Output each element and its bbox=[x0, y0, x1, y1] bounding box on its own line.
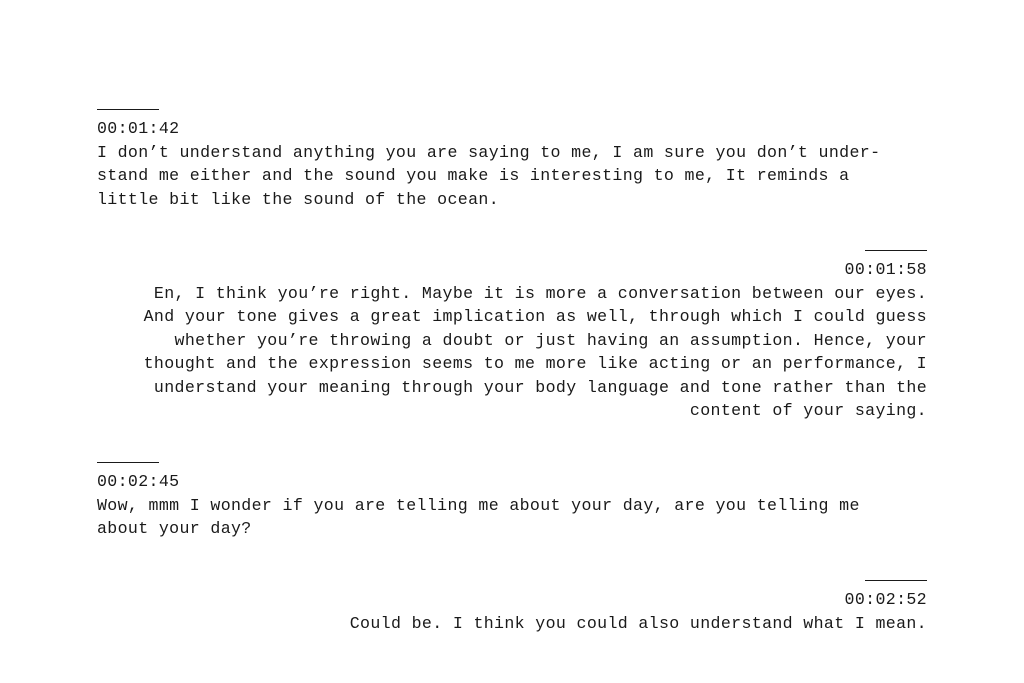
entry-text: Could be. I think you could also underst… bbox=[349, 613, 927, 633]
entry-text: I don’t understand anything you are sayi… bbox=[97, 142, 881, 209]
transcript-entry: 00:02:45 Wow, mmm I wonder if you are te… bbox=[97, 462, 927, 541]
entry-divider bbox=[97, 250, 927, 255]
entry-timestamp: 00:01:42 bbox=[97, 119, 180, 138]
entry-divider bbox=[97, 462, 927, 467]
entry-text: Wow, mmm I wonder if you are telling me … bbox=[97, 495, 860, 539]
entry-timestamp: 00:02:52 bbox=[844, 590, 927, 609]
entry-divider bbox=[97, 580, 927, 585]
transcript-entry: 00:01:58 En, I think you’re right. Maybe… bbox=[97, 250, 927, 423]
transcript-entry: 00:02:52 Could be. I think you could als… bbox=[97, 580, 927, 635]
entry-divider bbox=[97, 109, 927, 114]
transcript-entry: 00:01:42 I don’t understand anything you… bbox=[97, 109, 927, 211]
entry-timestamp: 00:02:45 bbox=[97, 472, 180, 491]
transcript-page: { "entries": [ { "timestamp": "00:01:42"… bbox=[0, 0, 1024, 683]
entry-text: En, I think you’re right. Maybe it is mo… bbox=[143, 283, 927, 421]
entry-timestamp: 00:01:58 bbox=[844, 260, 927, 279]
